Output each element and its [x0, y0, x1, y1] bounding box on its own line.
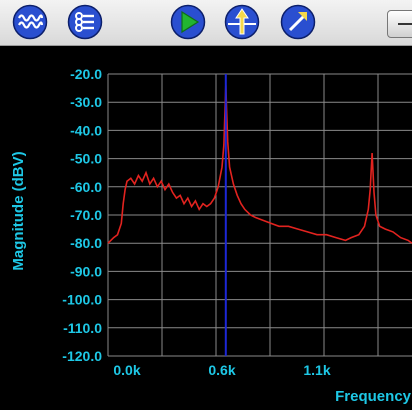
- y-tick-label: -90.0: [70, 263, 102, 279]
- x-tick-label: 0.6k: [208, 362, 235, 378]
- x-axis-label: Frequency: [335, 388, 412, 405]
- y-tick-label: -100.0: [62, 292, 102, 308]
- y-tick-label: -110.0: [63, 320, 102, 336]
- waveform-icon[interactable]: [12, 4, 48, 40]
- minus-icon: [398, 23, 412, 25]
- y-tick-label: -40.0: [70, 122, 102, 138]
- toolbar: [0, 0, 412, 46]
- diagonal-arrow-icon[interactable]: [280, 4, 316, 40]
- y-tick-label: -70.0: [70, 207, 102, 223]
- y-tick-label: -30.0: [70, 94, 102, 110]
- y-tick-label: -20.0: [70, 66, 102, 82]
- y-axis-label: Magnitude (dBV): [10, 151, 27, 270]
- toolbar-overflow-button[interactable]: [387, 10, 412, 38]
- y-tick-label: -60.0: [70, 179, 102, 195]
- play-icon[interactable]: [170, 4, 206, 40]
- settings-sliders-icon[interactable]: [67, 4, 103, 40]
- marker-arrow-icon[interactable]: [224, 4, 260, 40]
- y-tick-label: -80.0: [70, 235, 102, 251]
- y-tick-label: -50.0: [70, 151, 102, 167]
- y-tick-label: -120.0: [62, 348, 102, 364]
- x-tick-label: 0.0k: [113, 362, 140, 378]
- spectrum-chart[interactable]: -20.0 -30.0 -40.0 -50.0 -60.0 -70.0 -80.0 -90.0…: [0, 46, 412, 410]
- x-tick-label: 1.1k: [303, 362, 330, 378]
